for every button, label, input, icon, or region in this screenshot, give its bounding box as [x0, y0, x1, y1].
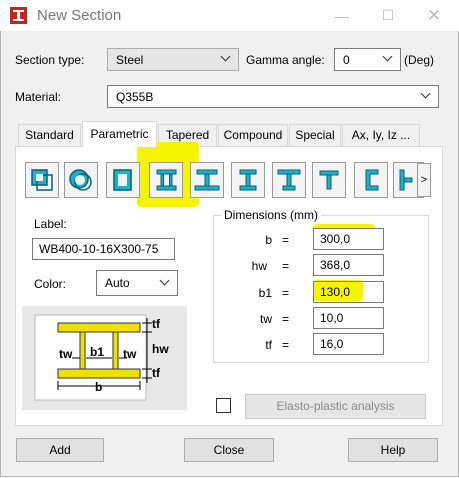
- dim-hw-value: 368,0: [320, 258, 351, 272]
- diagram-hw: hw: [152, 342, 169, 356]
- close-button[interactable]: Close: [184, 438, 274, 462]
- gamma-angle-select[interactable]: 0: [334, 48, 401, 71]
- scroll-right-label: >: [420, 174, 428, 186]
- tab-parametric[interactable]: Parametric: [82, 121, 157, 147]
- label-input-value: WB400-10-16X300-75: [39, 242, 159, 256]
- diagram-tw-right: tw: [123, 347, 137, 361]
- section-type-select[interactable]: Steel: [107, 48, 239, 71]
- elasto-plastic-label: Elasto-plastic analysis: [276, 399, 395, 413]
- dim-hw-eq: =: [282, 259, 290, 273]
- t-i-section-button[interactable]: [272, 162, 306, 198]
- box-section-button[interactable]: [25, 162, 59, 198]
- tab-compound[interactable]: Compound: [218, 124, 288, 146]
- t-section-button[interactable]: [312, 162, 346, 198]
- tab-standard[interactable]: Standard: [18, 124, 81, 146]
- chevron-down-icon: [420, 89, 432, 101]
- minimize-icon[interactable]: —: [319, 0, 365, 31]
- i-section-button[interactable]: [149, 162, 183, 198]
- section-type-value: Steel: [116, 53, 144, 67]
- diagram-tf-top: tf: [152, 317, 160, 331]
- diagram-b1: b1: [90, 345, 105, 359]
- rectangle-section-icon: [113, 169, 132, 191]
- i-section-drawing: [34, 314, 152, 401]
- dim-tw-label: tw: [260, 312, 272, 326]
- tab-special[interactable]: Special: [289, 124, 341, 146]
- section-diagram: tf hw tf tw b1 tw b: [22, 306, 187, 410]
- app-icon: [10, 7, 27, 24]
- maximize-icon[interactable]: ☐: [365, 0, 411, 31]
- diagram-tf-bottom: tf: [152, 366, 160, 380]
- scroll-right-button[interactable]: >: [417, 163, 431, 197]
- dim-b1-input[interactable]: 130,0: [313, 281, 384, 303]
- chevron-down-icon: [220, 52, 232, 64]
- material-select[interactable]: Q355B: [107, 85, 439, 108]
- title-bar: New Section — ☐ ✕: [0, 0, 459, 31]
- chevron-down-icon: [382, 52, 394, 64]
- diagram-b: b: [95, 380, 103, 394]
- material-label: Material:: [15, 90, 62, 104]
- dim-tf-eq: =: [282, 338, 290, 352]
- dim-b1-label: b1: [258, 286, 272, 300]
- circular-section-icon: [69, 169, 92, 191]
- dim-b1-value: 130,0: [320, 285, 351, 299]
- add-button[interactable]: Add: [16, 438, 104, 462]
- dim-tw-value: 10,0: [320, 311, 344, 325]
- help-button[interactable]: Help: [348, 438, 438, 462]
- color-value: Auto: [105, 276, 130, 290]
- dim-b-input[interactable]: 300,0: [313, 228, 384, 250]
- narrow-i-section-icon: [239, 169, 257, 191]
- dim-tf-value: 16,0: [320, 337, 344, 351]
- dim-tw-input[interactable]: 10,0: [313, 307, 384, 329]
- tab-ax-iy-iz[interactable]: Ax, Iy, Iz ...: [342, 124, 420, 146]
- gamma-angle-unit: (Deg): [404, 53, 435, 67]
- dim-tf-label: tf: [265, 338, 272, 352]
- channel-section-icon: [365, 169, 379, 191]
- diagram-tw-left: tw: [59, 347, 73, 361]
- i-section-icon: [156, 169, 177, 191]
- material-value: Q355B: [116, 90, 154, 104]
- channel-section-button[interactable]: [354, 162, 388, 198]
- dim-b-label: b: [265, 233, 272, 247]
- dim-hw-input[interactable]: 368,0: [313, 254, 384, 276]
- circular-section-button[interactable]: [64, 162, 98, 198]
- chevron-down-icon: [159, 276, 171, 288]
- window-title: New Section: [37, 7, 122, 24]
- dim-b1-eq: =: [282, 286, 290, 300]
- elasto-plastic-checkbox[interactable]: [216, 398, 231, 413]
- close-icon[interactable]: ✕: [411, 0, 457, 31]
- color-label: Color:: [34, 277, 67, 291]
- dim-b-eq: =: [282, 233, 290, 247]
- narrow-i-section-button[interactable]: [231, 162, 265, 198]
- dim-tf-input[interactable]: 16,0: [313, 333, 384, 355]
- gamma-angle-label: Gamma angle:: [246, 53, 325, 67]
- label-input[interactable]: WB400-10-16X300-75: [32, 238, 175, 260]
- dim-hw-label: hw: [251, 259, 267, 273]
- elasto-plastic-button[interactable]: Elasto-plastic analysis: [245, 394, 426, 419]
- i-section-variant-button[interactable]: [190, 162, 224, 198]
- color-select[interactable]: Auto: [96, 270, 178, 296]
- gamma-angle-value: 0: [343, 53, 350, 67]
- rectangle-section-button[interactable]: [106, 162, 140, 198]
- section-type-label: Section type:: [15, 53, 85, 67]
- dim-b-value: 300,0: [320, 232, 351, 246]
- t-i-section-icon: [277, 169, 301, 191]
- box-section-icon: [31, 169, 53, 191]
- dimensions-title: Dimensions (mm): [221, 208, 322, 222]
- dim-tw-eq: =: [282, 312, 290, 326]
- t-section-icon: [319, 170, 339, 190]
- i-section-variant-icon: [194, 169, 220, 191]
- label-caption: Label:: [34, 217, 67, 231]
